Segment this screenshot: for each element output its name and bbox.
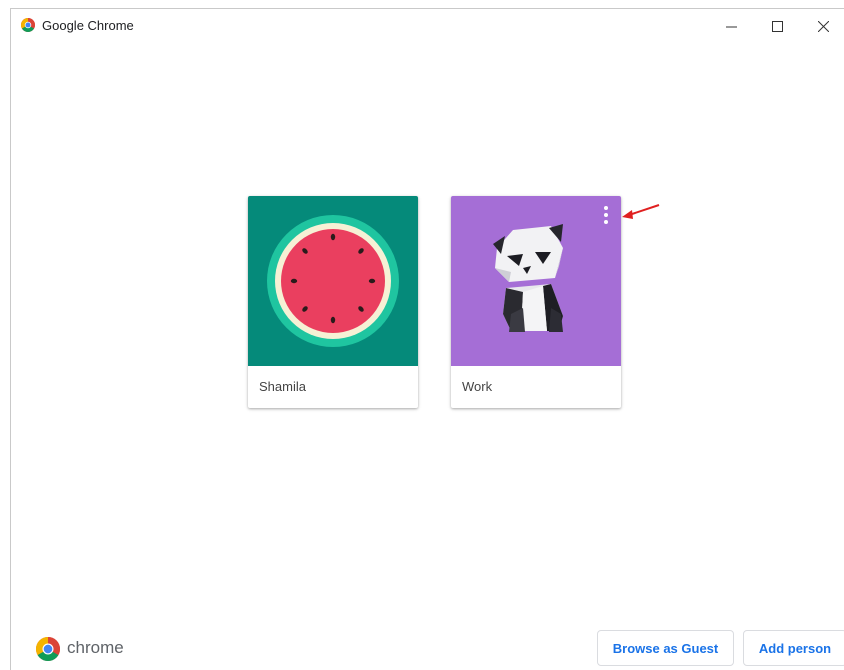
add-person-button[interactable]: Add person: [743, 630, 844, 666]
profile-name: Shamila: [259, 379, 306, 394]
chrome-icon: [21, 18, 35, 32]
minimize-button[interactable]: [708, 9, 754, 43]
minimize-icon: [725, 26, 737, 27]
red-arrow-annotation: [622, 204, 660, 219]
close-button[interactable]: [800, 9, 844, 43]
origami-panda-avatar: [451, 196, 621, 366]
maximize-icon: [771, 20, 783, 32]
profile-card-work[interactable]: Work: [451, 196, 621, 408]
title-bar[interactable]: Google Chrome: [11, 9, 844, 43]
maximize-button[interactable]: [754, 9, 800, 43]
chrome-logo-icon: [36, 637, 60, 661]
profile-name: Work: [462, 379, 493, 394]
profile-card-shamila[interactable]: Shamila: [248, 196, 418, 408]
more-vert-icon[interactable]: [599, 204, 613, 226]
chrome-brand-text: chrome: [67, 638, 124, 657]
browse-as-guest-button[interactable]: Browse as Guest: [597, 630, 734, 666]
chrome-profile-window: Google Chrome Shamila Work chrome Browse…: [10, 8, 844, 670]
watermelon-avatar: [248, 196, 418, 366]
window-title: Google Chrome: [42, 18, 134, 33]
close-icon: [817, 20, 829, 32]
